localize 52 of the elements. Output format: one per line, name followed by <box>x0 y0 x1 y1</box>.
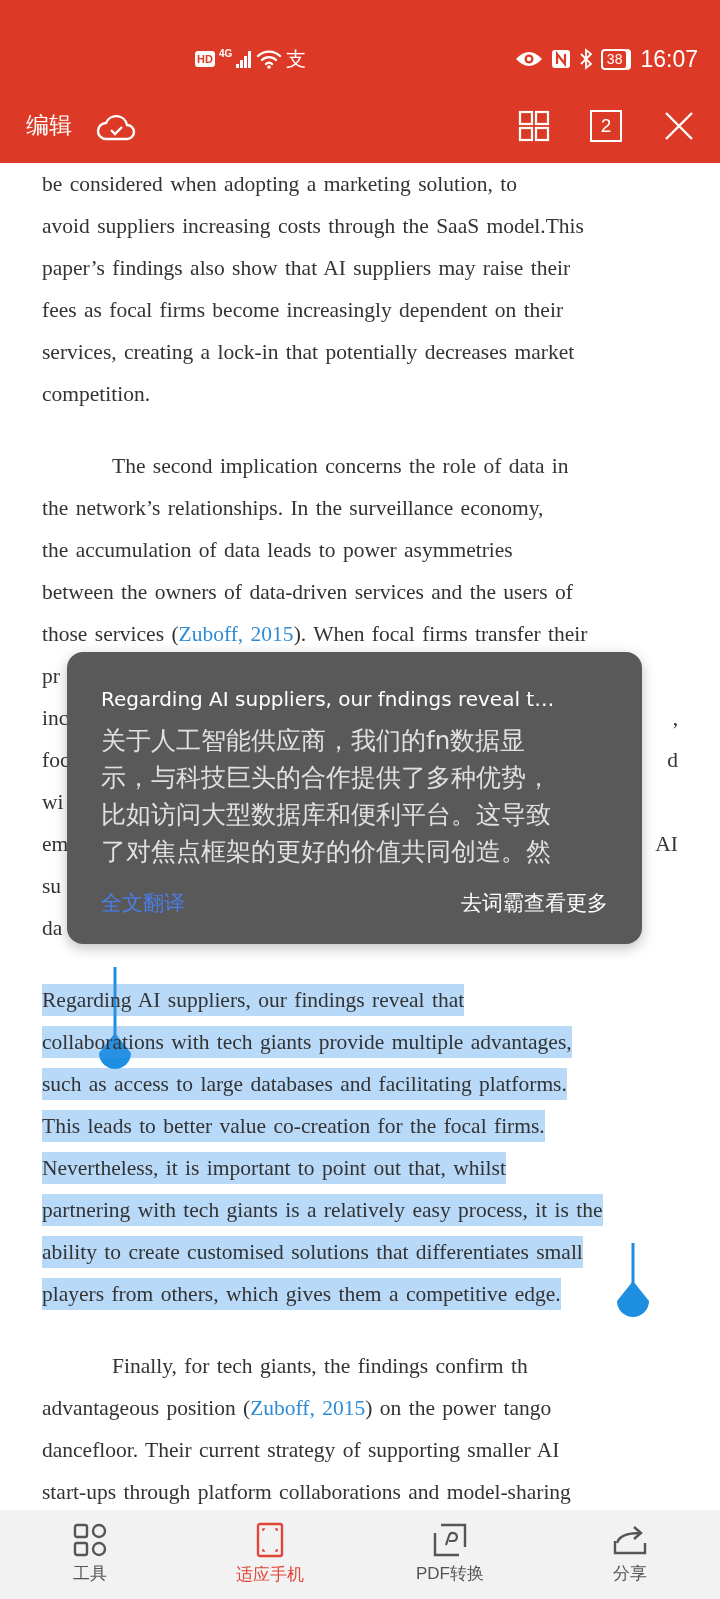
text-line: services, creating a lock-in that potentially decreases market <box>42 339 575 366</box>
citation-link[interactable]: Zuboff, 2015 <box>250 1396 366 1420</box>
text-fragment: em <box>42 830 69 858</box>
text-fragment: d <box>667 746 678 774</box>
text-line: The second implication concerns the role of data in <box>111 453 569 480</box>
bottom-nav-tab[interactable]: PDF转换 <box>380 1522 520 1587</box>
bottom-nav-tab[interactable]: 分享 <box>560 1522 700 1587</box>
text-line: dancefloor. Their current strategy of supporting smaller AI <box>42 1437 560 1464</box>
text-fragment: inc <box>42 704 69 732</box>
text-line: advantageous position (Zuboff, 2015) on the power tango <box>42 1395 552 1422</box>
text-line: fees as focal firms become increasingly dependent on their <box>42 297 564 324</box>
eye-icon <box>514 50 543 68</box>
wifi-icon <box>256 49 283 69</box>
fit-screen-icon <box>256 1521 284 1558</box>
text-fragment: da <box>42 914 63 942</box>
text-line: paper’s findings also show that AI suppliers may raise their <box>42 255 571 282</box>
bluetooth-icon <box>578 48 593 70</box>
text-line: those services (Zuboff, 2015). When focal firms transfer their <box>42 621 588 648</box>
network-type: 4G <box>218 47 233 61</box>
text-fragment: foc <box>42 746 70 774</box>
bottom-nav-tab[interactable]: 适应手机 <box>200 1521 340 1588</box>
hd-indicator: HD <box>195 51 215 67</box>
text-fragment: , <box>672 704 678 732</box>
text-line: avoid suppliers increasing costs through the SaaS model.This <box>42 213 584 240</box>
text-line: be considered when adopting a marketing solution, to <box>42 171 517 198</box>
text-fragment: wi <box>42 788 64 816</box>
nfc-icon <box>550 49 571 69</box>
battery-indicator: 38 <box>600 48 629 70</box>
text-fragment: pr <box>42 662 60 690</box>
text-line: the accumulation of data leads to power asymmetries <box>42 537 513 564</box>
page-count-button[interactable]: 2 <box>590 109 622 142</box>
text-line: competition. <box>42 381 151 408</box>
text-line: start-ups through platform collaborations and model-sharing <box>42 1479 571 1506</box>
text-fragment: AI <box>655 830 678 858</box>
translation-text: 关于人工智能供应商，我们的fn数据显 示，与科技巨头的合作提供了多种优势， 比如访问大型数据库和便利平台。这导致 了对焦点框架的更好的价值共同创造。然 <box>101 725 552 868</box>
pdf-convert-icon <box>433 1522 467 1557</box>
bottom-nav-tab[interactable]: 工具 <box>20 1522 160 1587</box>
text-fragment: su <box>42 872 62 900</box>
signal-icon <box>236 50 253 68</box>
notification-glyph: 支 <box>286 47 307 72</box>
edit-button[interactable]: 编辑 <box>26 108 72 143</box>
text-line: the network’s relationships. In the surveillance economy, <box>42 495 544 522</box>
grid-icon[interactable] <box>518 109 550 142</box>
tools-icon <box>73 1522 107 1557</box>
dictionary-link[interactable]: 去词霸查看更多 <box>461 888 608 920</box>
text-line: between the owners of data-driven services and the users of <box>42 579 573 606</box>
citation-link[interactable]: Zuboff, 2015 <box>178 622 294 646</box>
source-text: Regarding AI suppliers, our fndings reveal t… <box>101 686 556 713</box>
text-line: Finally, for tech giants, the findings confirm th <box>111 1353 528 1380</box>
clock-time: 16:07 <box>640 44 698 74</box>
close-icon[interactable] <box>664 110 694 141</box>
selection-handle[interactable] <box>616 1243 650 1319</box>
